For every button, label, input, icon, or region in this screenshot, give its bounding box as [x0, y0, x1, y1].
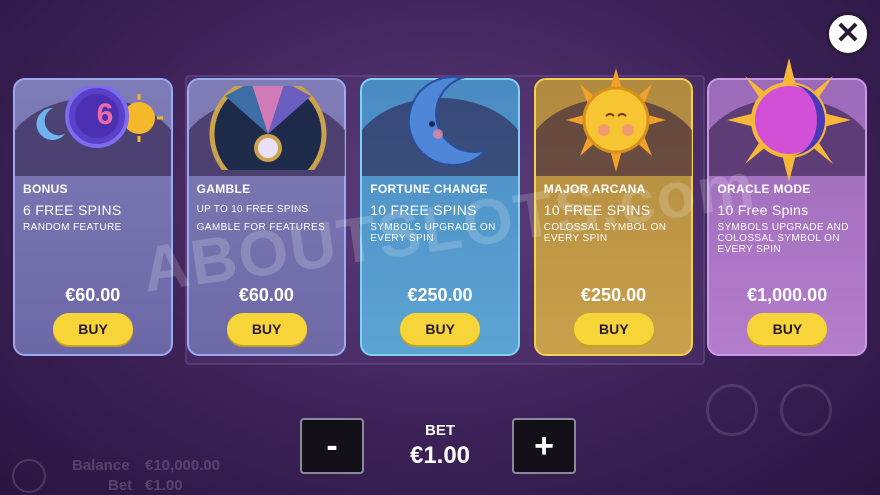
- card-title: ORACLE MODE: [717, 182, 811, 196]
- card-feature: SYMBOLS UPGRADE AND COLOSSAL SYMBOL ON E…: [717, 222, 849, 255]
- buy-button-bonus[interactable]: BUY: [53, 313, 133, 345]
- close-icon: ✕: [835, 17, 861, 50]
- card-feature: GAMBLE FOR FEATURES: [196, 222, 326, 233]
- card-spins: 6 FREE SPINS: [23, 202, 122, 218]
- card-price: €1,000.00: [747, 285, 828, 305]
- card-spins: 10 Free Spins: [717, 202, 809, 218]
- sun-moon-icon: [727, 58, 852, 182]
- card-price: €250.00: [581, 285, 647, 305]
- card-feature: COLOSSAL SYMBOL ON EVERY SPIN: [543, 222, 667, 244]
- buy-button-major-arcana[interactable]: BUY: [573, 313, 654, 345]
- card-feature: SYMBOLS UPGRADE ON EVERY SPIN: [370, 222, 496, 244]
- card-price: €250.00: [407, 285, 473, 305]
- feature-buy-cards: 6 BONUS 6 FREE SPINS RANDOM FEATURE €60.…: [13, 58, 867, 356]
- card-spins: UP TO 10 FREE SPINS: [196, 204, 309, 215]
- card-spins: 10 FREE SPINS: [543, 202, 651, 218]
- footer-bet-value: €1.00: [145, 477, 183, 494]
- card-title: BONUS: [23, 182, 68, 196]
- bet-label: BET: [425, 422, 455, 439]
- buy-button-oracle-mode[interactable]: BUY: [747, 313, 828, 345]
- card-fortune-change: FORTUNE CHANGE 10 FREE SPINS SYMBOLS UPG…: [360, 76, 520, 356]
- sun-icon: [565, 68, 666, 172]
- bonus-badge: 6: [96, 98, 114, 131]
- buy-button-gamble[interactable]: BUY: [226, 313, 307, 345]
- bet-value: €1.00: [409, 442, 471, 469]
- footer-bet-label: Bet: [108, 477, 133, 494]
- card-title: MAJOR ARCANA: [543, 182, 646, 196]
- card-price: €60.00: [238, 285, 294, 305]
- card-price: €60.00: [65, 285, 121, 305]
- card-oracle-mode: ORACLE MODE 10 Free Spins SYMBOLS UPGRAD…: [707, 58, 867, 356]
- increase-bet-button[interactable]: +: [512, 418, 576, 474]
- card-title: GAMBLE: [196, 182, 251, 196]
- card-bonus: 6 BONUS 6 FREE SPINS RANDOM FEATURE €60.…: [13, 78, 173, 356]
- card-major-arcana: MAJOR ARCANA 10 FREE SPINS COLOSSAL SYMB…: [533, 68, 694, 356]
- decrease-bet-button[interactable]: -: [300, 418, 364, 474]
- close-button[interactable]: ✕: [826, 12, 870, 56]
- card-title: FORTUNE CHANGE: [370, 182, 488, 196]
- card-spins: 10 FREE SPINS: [370, 202, 477, 218]
- gamble-wheel-icon: [209, 86, 327, 170]
- moon-icon: [408, 76, 490, 167]
- bet-controls: - BET €1.00 +: [0, 418, 880, 476]
- card-feature: RANDOM FEATURE: [23, 222, 122, 233]
- buy-button-fortune-change[interactable]: BUY: [400, 313, 481, 345]
- card-gamble: GAMBLE UP TO 10 FREE SPINS GAMBLE FOR FE…: [186, 78, 347, 356]
